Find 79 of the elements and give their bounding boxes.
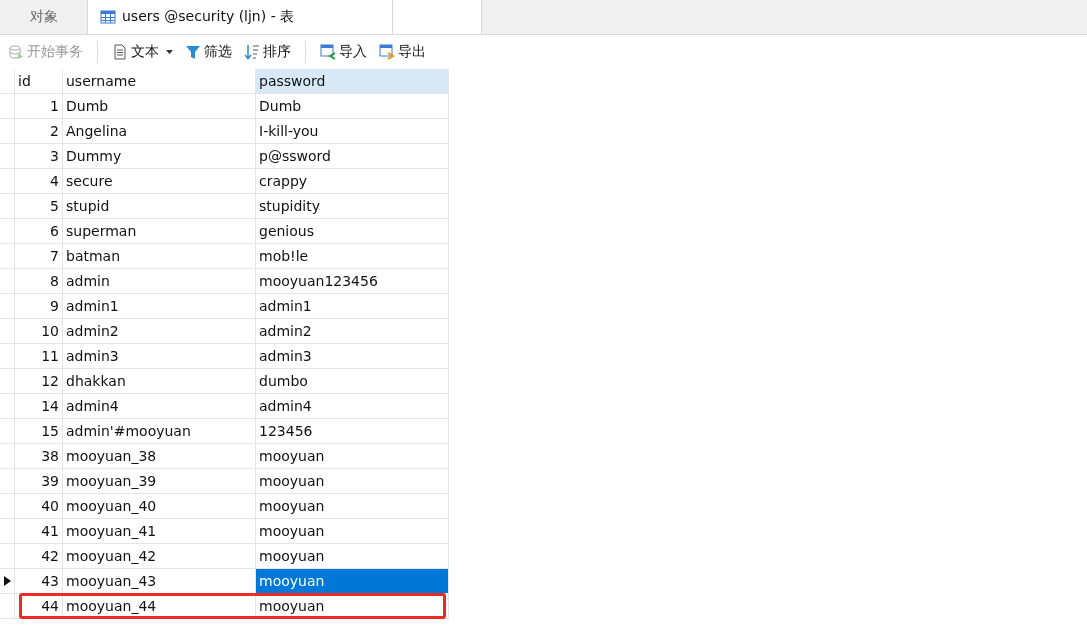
table-cell: admin'#mooyuan (63, 419, 256, 444)
table-cell: crappy (256, 169, 449, 194)
table-cell: 3 (15, 144, 63, 169)
table-cell: mooyuan_38 (63, 444, 256, 469)
table-cell: dhakkan (63, 369, 256, 394)
text-button[interactable]: 文本 (110, 43, 175, 61)
filter-button[interactable]: 筛选 (183, 43, 234, 61)
table-cell: 41 (15, 519, 63, 544)
table-cell: stupidity (256, 194, 449, 219)
table-cell: batman (63, 244, 256, 269)
sort-icon (244, 44, 260, 60)
table-cell: admin (63, 269, 256, 294)
table-cell: 5 (15, 194, 63, 219)
table-cell: 14 (15, 394, 63, 419)
table-cell: 15 (15, 419, 63, 444)
table-cell: mooyuan_42 (63, 544, 256, 569)
table-cell: mooyuan (256, 494, 449, 519)
table-cell: 4 (15, 169, 63, 194)
table-cell: 39 (15, 469, 63, 494)
table-cell: p@ssword (256, 144, 449, 169)
table-cell: mooyuan (256, 594, 449, 619)
table-icon (100, 9, 116, 25)
table-cell: mob!le (256, 244, 449, 269)
import-icon (320, 44, 336, 60)
table-cell: mooyuan (256, 444, 449, 469)
table-cell: Dummy (63, 144, 256, 169)
import-button[interactable]: 导入 (318, 43, 369, 61)
table-cell: dumbo (256, 369, 449, 394)
table-cell: 40 (15, 494, 63, 519)
caret-icon (166, 50, 173, 54)
table-cell: 10 (15, 319, 63, 344)
table-cell: secure (63, 169, 256, 194)
table-cell: 7 (15, 244, 63, 269)
column-header[interactable]: password (256, 69, 449, 94)
table-cell: Dumb (256, 94, 449, 119)
table-cell: admin1 (256, 294, 449, 319)
table-cell: 9 (15, 294, 63, 319)
table-cell: mooyuan (256, 569, 449, 594)
column-header[interactable]: id (15, 69, 63, 94)
table-cell: 38 (15, 444, 63, 469)
table-cell: admin4 (63, 394, 256, 419)
table-cell: admin3 (256, 344, 449, 369)
table-cell: mooyuan (256, 519, 449, 544)
export-button[interactable]: 导出 (377, 43, 428, 61)
table-cell: 2 (15, 119, 63, 144)
table-cell: genious (256, 219, 449, 244)
table-cell: Angelina (63, 119, 256, 144)
table-cell: mooyuan_39 (63, 469, 256, 494)
table-cell: admin3 (63, 344, 256, 369)
table-cell: mooyuan123456 (256, 269, 449, 294)
table-cell: admin2 (63, 319, 256, 344)
table-cell: mooyuan (256, 469, 449, 494)
table-cell: I-kill-you (256, 119, 449, 144)
tab[interactable]: users @security (ljn) - 表 (88, 0, 393, 34)
table-cell: admin4 (256, 394, 449, 419)
transaction-icon (8, 44, 24, 60)
table-cell: Dumb (63, 94, 256, 119)
table-cell: admin2 (256, 319, 449, 344)
column-header[interactable]: username (63, 69, 256, 94)
table-cell: 43 (15, 569, 63, 594)
table-cell: mooyuan_44 (63, 594, 256, 619)
table-cell: 42 (15, 544, 63, 569)
table-cell: stupid (63, 194, 256, 219)
table-cell: 12 (15, 369, 63, 394)
table-cell: superman (63, 219, 256, 244)
table-cell: 6 (15, 219, 63, 244)
table-cell: 123456 (256, 419, 449, 444)
table-cell: 1 (15, 94, 63, 119)
table-cell: mooyuan_41 (63, 519, 256, 544)
filter-icon (185, 44, 201, 60)
row-header[interactable] (0, 569, 15, 594)
table-cell: 44 (15, 594, 63, 619)
sort-button[interactable]: 排序 (242, 43, 293, 61)
table-cell: admin1 (63, 294, 256, 319)
table-cell: mooyuan_40 (63, 494, 256, 519)
text-icon (112, 44, 128, 60)
table-cell: 8 (15, 269, 63, 294)
table-cell: 11 (15, 344, 63, 369)
export-icon (379, 44, 395, 60)
